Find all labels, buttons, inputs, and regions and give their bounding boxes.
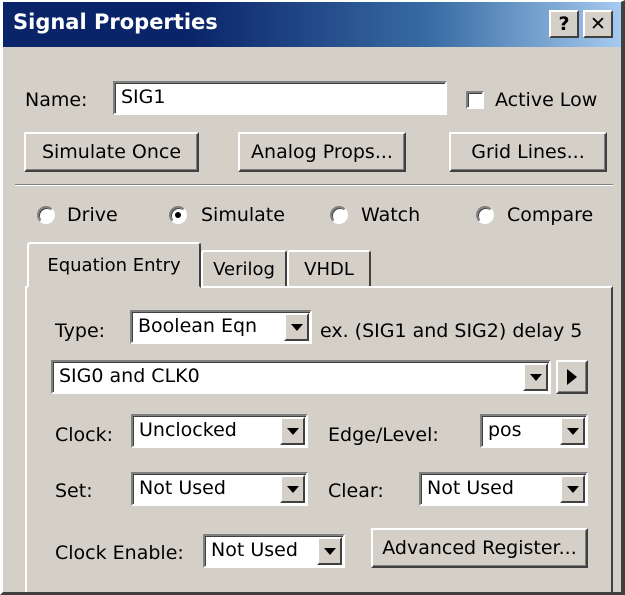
clear-select[interactable]: Not Used [419,472,588,506]
close-icon: ✕ [590,13,606,35]
type-select-value: Boolean Eqn [138,315,258,337]
active-low-label[interactable]: Active Low [495,89,597,111]
edge-level-label: Edge/Level: [328,424,439,446]
chevron-down-icon[interactable] [560,417,585,445]
tab-equation-entry[interactable]: Equation Entry [27,242,201,288]
clock-enable-label: Clock Enable: [55,542,184,564]
active-low-checkbox[interactable] [466,91,484,109]
help-icon: ? [558,13,570,35]
radio-watch[interactable] [330,206,348,224]
radio-drive[interactable] [37,206,55,224]
clock-enable-select-value: Not Used [211,539,298,561]
expression-value: SIG0 and CLK0 [59,365,200,387]
tab-verilog[interactable]: Verilog [201,250,287,286]
radio-simulate-label[interactable]: Simulate [201,204,285,226]
clock-label: Clock: [55,424,114,446]
expression-combo[interactable]: SIG0 and CLK0 [51,360,551,394]
clear-select-value: Not Used [427,477,514,499]
chevron-down-icon[interactable] [280,475,305,503]
radio-simulate[interactable] [169,206,187,224]
set-select-value: Not Used [139,477,226,499]
clear-label: Clear: [328,480,384,502]
simulate-once-button[interactable]: Simulate Once [24,132,199,172]
analog-props-button[interactable]: Analog Props... [238,132,406,172]
chevron-down-icon[interactable] [284,313,309,341]
clock-select[interactable]: Unclocked [131,414,308,448]
chevron-down-icon[interactable] [280,417,305,445]
edge-level-select[interactable]: pos [480,414,588,448]
play-arrow-icon [567,369,577,385]
play-button[interactable] [556,360,588,394]
window-title: Signal Properties [13,10,218,34]
close-button[interactable]: ✕ [583,10,613,38]
radio-watch-label[interactable]: Watch [361,204,420,226]
clock-enable-select[interactable]: Not Used [203,534,345,568]
name-input[interactable]: SIG1 [113,81,447,115]
type-label: Type: [55,320,106,342]
advanced-register-button[interactable]: Advanced Register... [371,528,588,568]
separator-highlight [15,185,613,186]
tab-vhdl[interactable]: VHDL [287,250,371,286]
chevron-down-icon[interactable] [317,537,342,565]
name-label: Name: [25,89,88,111]
radio-compare[interactable] [476,206,494,224]
set-label: Set: [55,480,93,502]
signal-properties-dialog: Signal Properties ? ✕ Name: SIG1 Active … [0,0,625,595]
example-text: ex. (SIG1 and SIG2) delay 5 [320,320,583,342]
clock-select-value: Unclocked [139,419,237,441]
help-button[interactable]: ? [549,10,579,38]
edge-level-select-value: pos [488,419,522,441]
set-select[interactable]: Not Used [131,472,308,506]
type-select[interactable]: Boolean Eqn [130,310,312,344]
title-bar[interactable]: Signal Properties ? ✕ [3,2,621,47]
chevron-down-icon[interactable] [560,475,585,503]
chevron-down-icon[interactable] [523,363,548,391]
radio-drive-label[interactable]: Drive [67,204,118,226]
grid-lines-button[interactable]: Grid Lines... [449,132,607,172]
radio-compare-label[interactable]: Compare [507,204,593,226]
